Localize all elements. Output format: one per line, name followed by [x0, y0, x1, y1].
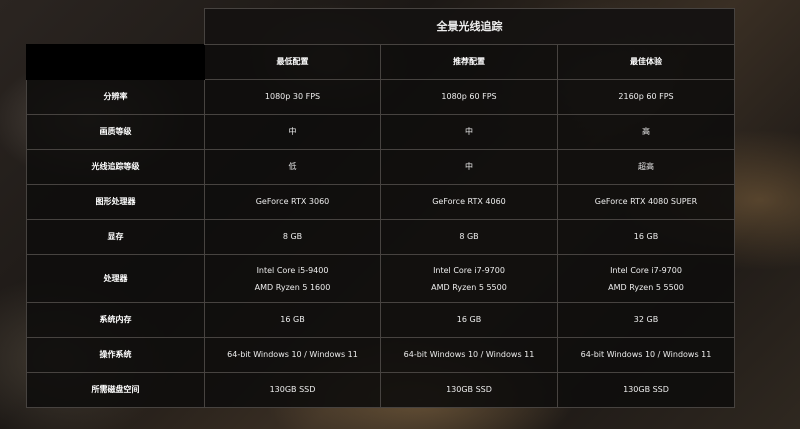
table-cell: Intel Core i7-9700 AMD Ryzen 5 5500: [556, 254, 736, 303]
table-cell: 130GB SSD: [204, 372, 381, 408]
table-row-gpu: 图形处理器 GeForce RTX 3060 GeForce RTX 4060 …: [26, 184, 736, 220]
system-requirements-panel: 全景光线追踪 最低配置 推荐配置 最佳体验 分辨率 1080p 30 FPS 1…: [26, 8, 736, 421]
table-cell: 中: [204, 114, 381, 150]
table-cell: 64-bit Windows 10 / Windows 11: [204, 337, 381, 373]
table-row-disk: 所需磁盘空间 130GB SSD 130GB SSD 130GB SSD: [26, 372, 736, 408]
title-row: 全景光线追踪: [27, 8, 736, 45]
corner-cell: [26, 44, 205, 80]
table-cell: Intel Core i7-9700 AMD Ryzen 5 5500: [380, 254, 558, 303]
cpu-option-amd: AMD Ryzen 5 5500: [608, 282, 684, 292]
column-header-row: 最低配置 推荐配置 最佳体验: [26, 44, 736, 80]
table-row-vram: 显存 8 GB 8 GB 16 GB: [26, 219, 736, 255]
table-cell: 低: [204, 149, 381, 185]
table-row-cpu: 处理器 Intel Core i5-9400 AMD Ryzen 5 1600 …: [26, 254, 736, 303]
table-cell: 130GB SSD: [380, 372, 558, 408]
column-header-minimum: 最低配置: [204, 44, 381, 80]
table-cell: 1080p 30 FPS: [204, 79, 381, 115]
row-label-ray-tracing: 光线追踪等级: [26, 149, 205, 185]
table-cell: 2160p 60 FPS: [556, 79, 736, 115]
title-row-spacer: [27, 9, 205, 45]
cpu-option-intel: Intel Core i7-9700: [433, 265, 505, 275]
row-label-vram: 显存: [26, 219, 205, 255]
table-title: 全景光线追踪: [203, 8, 736, 45]
table-cell: 中: [380, 114, 558, 150]
table-cell: 16 GB: [204, 302, 381, 338]
table-row-quality: 画质等级 中 中 高: [26, 114, 736, 150]
table-cell: 8 GB: [380, 219, 558, 255]
row-label-os: 操作系统: [26, 337, 205, 373]
row-label-gpu: 图形处理器: [26, 184, 205, 220]
table-row-ram: 系统内存 16 GB 16 GB 32 GB: [26, 302, 736, 338]
cpu-option-intel: Intel Core i5-9400: [256, 265, 329, 275]
system-requirements-table: 全景光线追踪 最低配置 推荐配置 最佳体验 分辨率 1080p 30 FPS 1…: [26, 8, 736, 408]
row-label-quality: 画质等级: [26, 114, 205, 150]
table-cell: 130GB SSD: [556, 372, 736, 408]
table-row-os: 操作系统 64-bit Windows 10 / Windows 11 64-b…: [26, 337, 736, 373]
table-cell: 16 GB: [556, 219, 736, 255]
cpu-option-intel: Intel Core i7-9700: [610, 265, 682, 275]
cpu-option-amd: AMD Ryzen 5 1600: [254, 282, 331, 292]
table-cell: 16 GB: [380, 302, 558, 338]
table-cell: Intel Core i5-9400 AMD Ryzen 5 1600: [204, 254, 381, 303]
row-label-resolution: 分辨率: [26, 79, 205, 115]
table-cell: 32 GB: [556, 302, 736, 338]
table-cell: 64-bit Windows 10 / Windows 11: [380, 337, 558, 373]
column-header-recommended: 推荐配置: [380, 44, 558, 80]
table-cell: 高: [556, 114, 736, 150]
column-header-best: 最佳体验: [556, 44, 736, 80]
table-cell: 8 GB: [204, 219, 381, 255]
table-cell: 64-bit Windows 10 / Windows 11: [556, 337, 736, 373]
table-cell: 中: [380, 149, 558, 185]
table-row-ray-tracing: 光线追踪等级 低 中 超高: [26, 149, 736, 185]
row-label-ram: 系统内存: [26, 302, 205, 338]
table-cell: GeForce RTX 4080 SUPER: [556, 184, 736, 220]
table-row-resolution: 分辨率 1080p 30 FPS 1080p 60 FPS 2160p 60 F…: [26, 79, 736, 115]
table-cell: 超高: [556, 149, 736, 185]
table-cell: 1080p 60 FPS: [380, 79, 558, 115]
row-label-cpu: 处理器: [26, 254, 205, 303]
cpu-option-amd: AMD Ryzen 5 5500: [431, 282, 507, 292]
row-label-disk: 所需磁盘空间: [26, 372, 205, 408]
table-cell: GeForce RTX 3060: [204, 184, 381, 220]
table-cell: GeForce RTX 4060: [380, 184, 558, 220]
